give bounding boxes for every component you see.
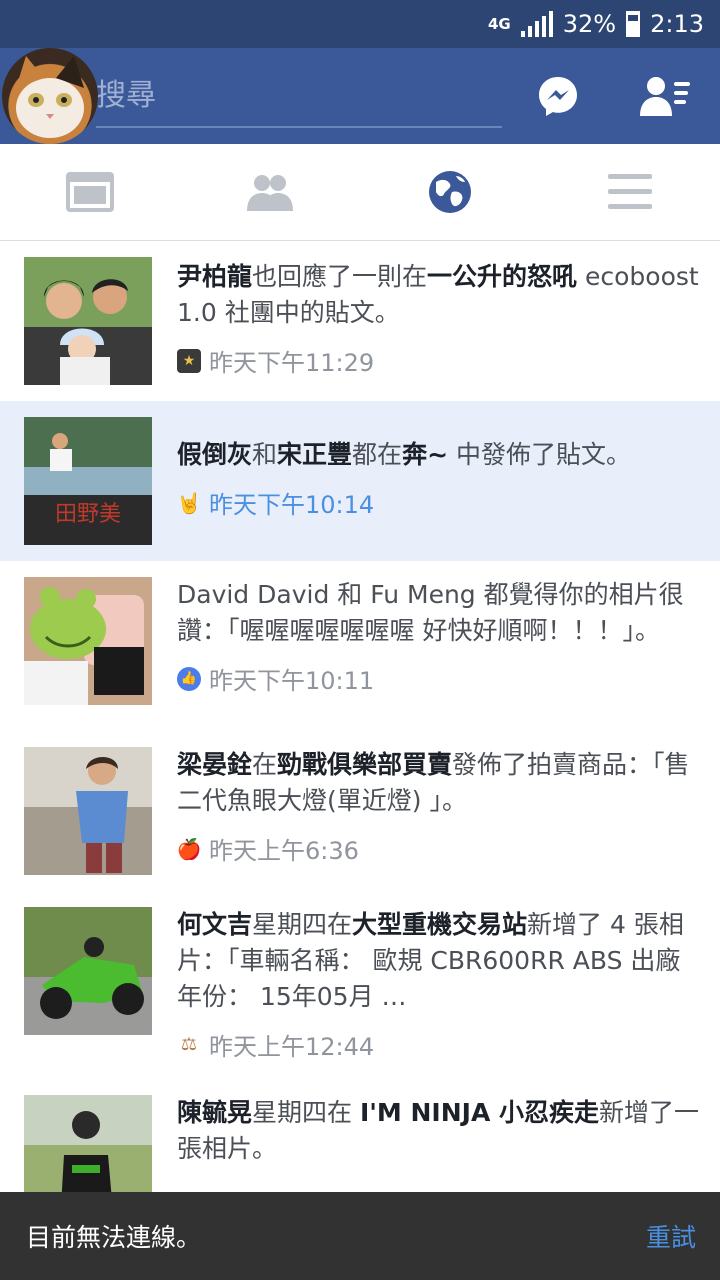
notification-text: David David 和 Fu Meng 都覺得你的相片很讚：「喔喔喔喔喔喔喔… [177, 580, 684, 645]
tab-notifications[interactable] [360, 144, 540, 240]
tab-news-feed[interactable] [0, 144, 180, 240]
notification-time-row: 🤘 昨天下午10:14 [177, 485, 700, 520]
group-badge-icon: ★ [177, 348, 201, 373]
notification-time-row: 👍 昨天下午10:11 [177, 661, 700, 696]
notification-item[interactable]: 梁晏銓在勁戰俱樂部買賣發佈了拍賣商品：「售 二代魚眼大燈(單近燈) 」。 🍎 昨… [0, 747, 720, 907]
gavel-icon: ⚖ [180, 1034, 198, 1055]
tab-bar [0, 144, 720, 241]
notification-thumbnail [24, 257, 152, 385]
apple-icon: 🍎 [176, 836, 202, 861]
network-type: 4G [488, 15, 511, 33]
tab-friend-requests[interactable] [180, 144, 360, 240]
profile-avatar[interactable] [2, 48, 98, 144]
notification-item[interactable]: 尹柏龍也回應了一則在一公升的怒吼 ecoboost 1.0 社團中的貼文。 ★ … [0, 241, 720, 401]
notification-thumbnail [24, 747, 152, 875]
notification-item[interactable]: David David 和 Fu Meng 都覺得你的相片很讚：「喔喔喔喔喔喔喔… [0, 561, 720, 747]
notification-text: 假倒灰和宋正豐都在奔~ 中發佈了貼文。 [177, 440, 631, 469]
notification-item[interactable]: 陳毓晃星期四在 I'M NINJA 小忍疾走新增了一張相片。 [0, 1095, 720, 1223]
notification-item[interactable]: 何文吉星期四在大型重機交易站新增了 4 張相片：「車輛名稱： 歐規 CBR600… [0, 907, 720, 1095]
notification-time-row: 🍎 昨天上午6:36 [177, 831, 700, 866]
friends-icon [247, 175, 293, 211]
notification-item[interactable]: 田野美 假倒灰和宋正豐都在奔~ 中發佈了貼文。 🤘 昨天下午10:14 [0, 401, 720, 561]
snackbar: 目前無法連線。 重試 [0, 1192, 720, 1280]
notifications-list: 尹柏龍也回應了一則在一公升的怒吼 ecoboost 1.0 社團中的貼文。 ★ … [0, 241, 720, 1223]
notification-thumbnail [24, 907, 152, 1035]
notification-time: 昨天下午11:29 [209, 349, 375, 377]
status-bar: 4G 32% 2:13 [0, 0, 720, 48]
friend-list-icon[interactable] [640, 74, 692, 118]
battery-icon [626, 11, 641, 37]
notification-text: 何文吉星期四在大型重機交易站新增了 4 張相片：「車輛名稱： 歐規 CBR600… [177, 910, 684, 1011]
snackbar-message: 目前無法連線。 [26, 1223, 202, 1252]
notification-time: 昨天下午10:11 [209, 667, 375, 695]
tab-more[interactable] [540, 144, 720, 240]
notification-text: 尹柏龍也回應了一則在一公升的怒吼 ecoboost 1.0 社團中的貼文。 [177, 262, 699, 327]
notification-thumbnail: 田野美 [24, 417, 152, 545]
news-feed-icon [66, 172, 114, 212]
notification-time: 昨天上午12:44 [209, 1033, 375, 1061]
like-icon: 👍 [177, 666, 201, 691]
notification-time-row: ★ 昨天下午11:29 [177, 343, 700, 378]
clock: 2:13 [650, 10, 704, 38]
retry-button[interactable]: 重試 [646, 1218, 696, 1254]
notification-time: 昨天上午6:36 [209, 837, 359, 865]
svg-text:田野美: 田野美 [55, 502, 121, 527]
signal-icon [520, 11, 553, 37]
notification-time: 昨天下午10:14 [209, 491, 375, 519]
globe-icon [429, 171, 471, 213]
search-input[interactable]: 搜尋 [96, 76, 502, 128]
rock-hand-icon: 🤘 [176, 490, 202, 515]
messenger-icon[interactable] [536, 74, 580, 118]
battery-percent: 32% [562, 10, 617, 38]
cat-photo [16, 56, 84, 138]
menu-icon [608, 174, 652, 209]
notification-text: 梁晏銓在勁戰俱樂部買賣發佈了拍賣商品：「售 二代魚眼大燈(單近燈) 」。 [177, 750, 690, 815]
notification-text: 陳毓晃星期四在 I'M NINJA 小忍疾走新增了一張相片。 [177, 1098, 700, 1163]
notification-time-row: ⚖ 昨天上午12:44 [177, 1027, 700, 1062]
notification-thumbnail [24, 577, 152, 705]
